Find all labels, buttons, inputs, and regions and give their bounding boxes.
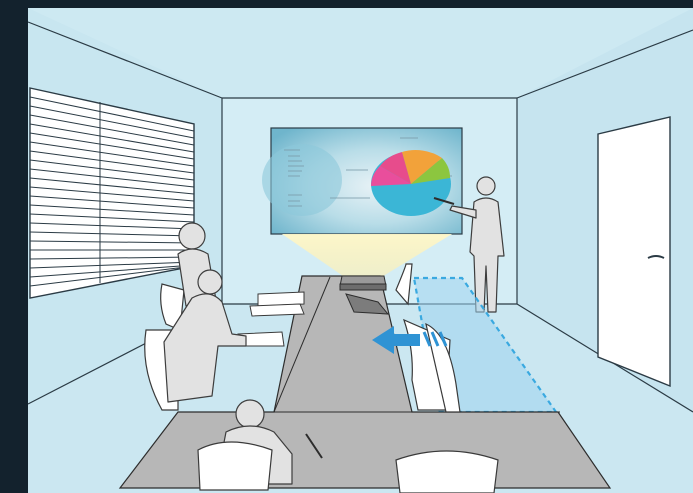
door-icon: [597, 116, 671, 388]
chair-front-right: [395, 450, 499, 493]
meeting-room-illustration: [0, 0, 693, 493]
illustration-frame: [0, 0, 693, 493]
window-blinds-icon: [29, 87, 195, 299]
projector-icon: [339, 275, 387, 291]
